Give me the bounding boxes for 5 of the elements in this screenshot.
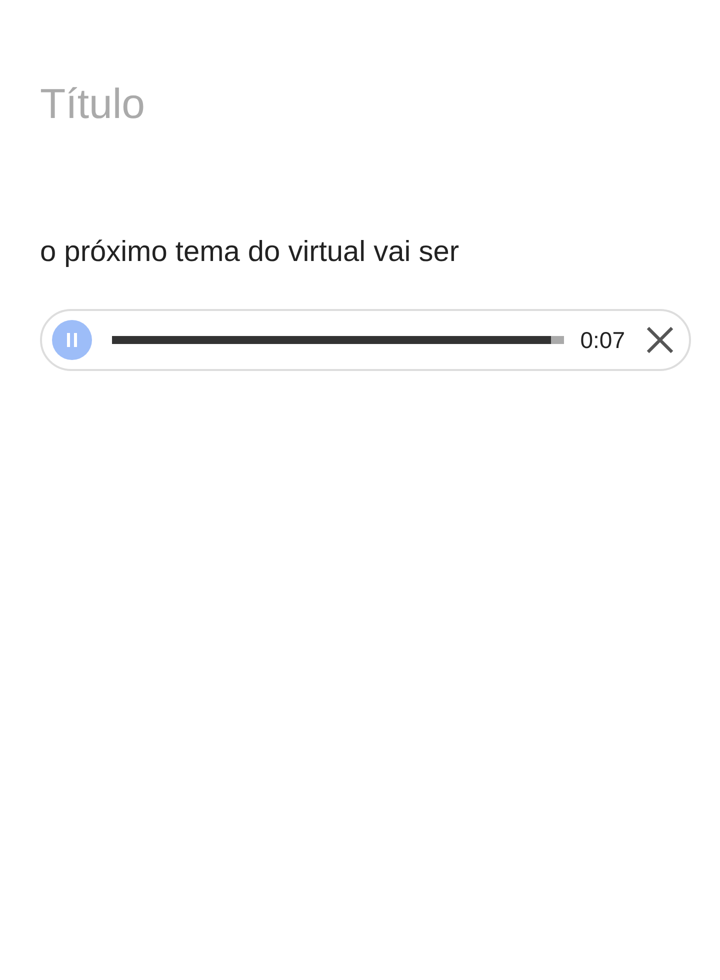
pause-icon xyxy=(65,332,79,348)
close-icon xyxy=(645,325,675,355)
note-text: o próximo tema do virtual vai ser xyxy=(40,236,460,269)
close-button[interactable] xyxy=(645,325,675,355)
duration-text: 0:07 xyxy=(580,326,625,354)
